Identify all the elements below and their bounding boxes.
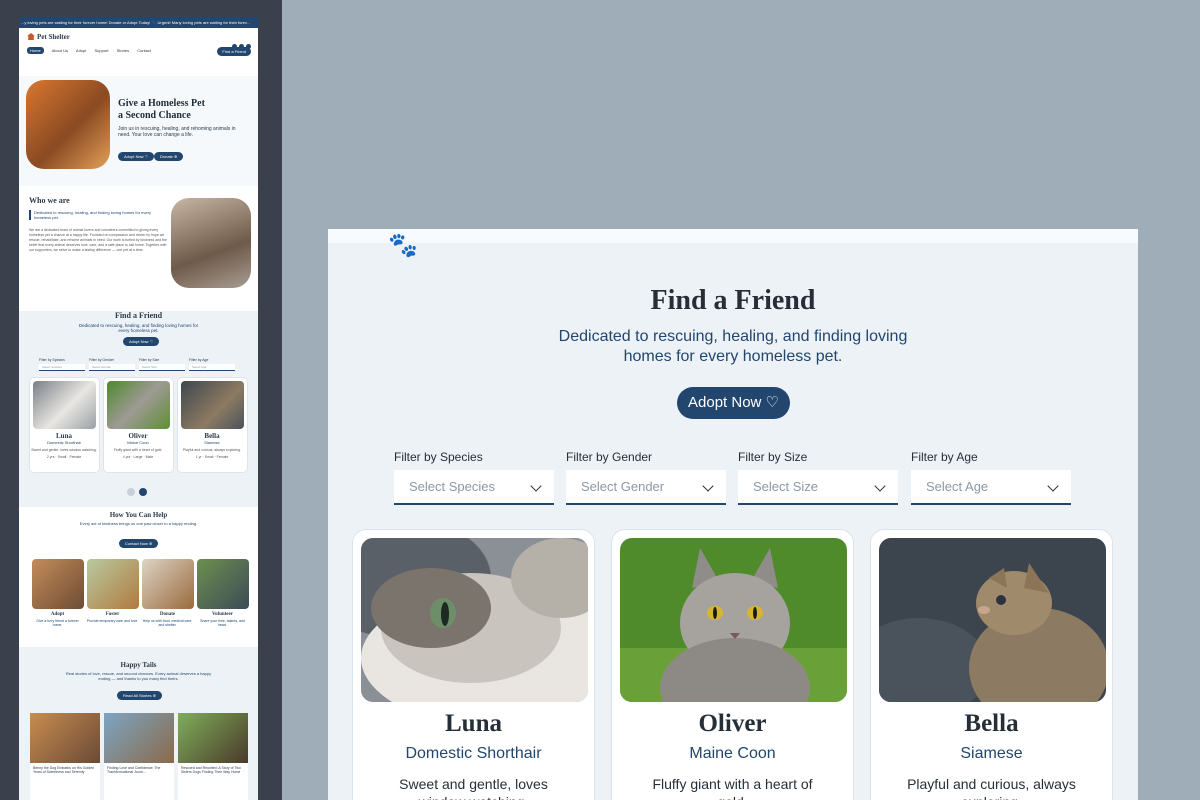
thumb-find-friend-section: Find a Friend Dedicated to rescuing, hea… bbox=[19, 307, 258, 507]
thumb-filters: Filter by Species Select Species Filter by… bbox=[39, 355, 239, 373]
thumb-pet-cards: Luna Domestic Shorthair Sweet and gentle, … bbox=[27, 377, 252, 473]
chevron-down-icon bbox=[702, 480, 714, 492]
house-icon bbox=[27, 33, 35, 40]
nav-home[interactable]: Home bbox=[27, 47, 44, 54]
who-title: Who we are bbox=[29, 196, 70, 205]
help-item-foster[interactable]: Foster Provide temporary care and love. bbox=[86, 559, 139, 623]
pet-description: Sweet and gentle, loves window watching. bbox=[399, 776, 548, 800]
panel-top-edge bbox=[328, 229, 1138, 243]
hero-text: Join us in rescuing, healing, and rehomi… bbox=[118, 126, 236, 138]
chevron-down-icon bbox=[874, 480, 886, 492]
nav-support[interactable]: Support bbox=[94, 48, 108, 53]
hero-section: Give a Homeless Pet a Second Chance Join … bbox=[19, 76, 258, 186]
help-items: Adopt Give a furry friend a forever home.… bbox=[29, 559, 254, 627]
how-you-can-help-section: How You Can Help Every act of kindness b… bbox=[19, 507, 258, 647]
site-header: Pet Shelter Home About Us Adopt Support … bbox=[19, 28, 258, 76]
filter-species-label: Filter by Species bbox=[394, 450, 483, 464]
find-friend-title: Find a Friend bbox=[650, 285, 816, 316]
help-item-donate[interactable]: Donate Help us with food, medical care, a… bbox=[141, 559, 194, 627]
thumb-find-subtitle: Dedicated to rescuing, healing, and find… bbox=[78, 323, 199, 333]
pet-card-bella[interactable]: Bella Siamese Playful and curious, alway… bbox=[870, 529, 1113, 800]
nav-contact[interactable]: Contact bbox=[137, 48, 151, 53]
help-item-volunteer[interactable]: Volunteer Share your time, talents, and h… bbox=[196, 559, 249, 627]
age-select[interactable]: Select Age bbox=[911, 470, 1071, 505]
pet-description: Playful and curious, always exploring. bbox=[907, 776, 1076, 800]
main-nav: Home About Us Adopt Support Stories Cont… bbox=[27, 47, 158, 54]
thumb-filter-species[interactable]: Filter by Species Select Species bbox=[39, 358, 85, 371]
nav-stories[interactable]: Stories bbox=[117, 48, 129, 53]
thumb-find-title: Find a Friend bbox=[114, 311, 163, 320]
help-subtitle: Every act of kindness brings us one paw … bbox=[79, 521, 198, 526]
thumb-pet-card[interactable]: Oliver Maine Coon Fluffy giant with a hear… bbox=[102, 377, 174, 473]
chevron-down-icon bbox=[1047, 480, 1059, 492]
site-name: Pet Shelter bbox=[37, 33, 70, 41]
filter-gender: Filter by Gender Select Gender bbox=[566, 450, 726, 505]
pet-name: Bella bbox=[964, 710, 1019, 737]
story-card[interactable]: Finding Love and Confidence: The Transfo… bbox=[104, 713, 174, 800]
help-item-adopt[interactable]: Adopt Give a furry friend a forever home. bbox=[31, 559, 84, 627]
filter-size-label: Filter by Size bbox=[738, 450, 808, 464]
gender-select[interactable]: Select Gender bbox=[566, 470, 726, 505]
pet-card-oliver[interactable]: Oliver Maine Coon Fluffy giant with a he… bbox=[611, 529, 854, 800]
pet-breed: Maine Coon bbox=[689, 745, 776, 762]
story-card[interactable]: Rescued and Reunited: A Story of Two Sis… bbox=[178, 713, 248, 800]
paw-icon: 🐾 bbox=[388, 232, 418, 259]
pet-photo-oliver bbox=[620, 538, 847, 702]
contact-now-button[interactable]: Contact Now ⊕ bbox=[119, 539, 159, 548]
story-card[interactable]: Benny the Dog Embarks on His Golden Year… bbox=[30, 713, 100, 800]
nav-adopt[interactable]: Adopt bbox=[76, 48, 86, 53]
filter-size: Filter by Size Select Size bbox=[738, 450, 898, 505]
site-logo[interactable]: Pet Shelter bbox=[27, 33, 70, 41]
hero-donate-button[interactable]: Donate ⊕ bbox=[154, 152, 184, 161]
carousel-dot[interactable] bbox=[127, 488, 135, 496]
filter-age: Filter by Age Select Age bbox=[911, 450, 1071, 505]
filter-age-label: Filter by Age bbox=[911, 450, 978, 464]
nav-about[interactable]: About Us bbox=[52, 48, 68, 53]
hero-adopt-button[interactable]: Adopt Now ♡ bbox=[118, 152, 155, 161]
species-select[interactable]: Select Species bbox=[394, 470, 554, 505]
tails-title: Happy Tails bbox=[120, 661, 157, 669]
story-cards: Benny the Dog Embarks on His Golden Year… bbox=[26, 713, 256, 800]
filter-species: Filter by Species Select Species bbox=[394, 450, 554, 505]
thumb-pet-card[interactable]: Luna Domestic Shorthair Sweet and gentle, … bbox=[28, 377, 100, 473]
thumb-filter-age[interactable]: Filter by Age Select Age bbox=[189, 358, 235, 371]
find-friend-subtitle: Dedicated to rescuing, healing, and find… bbox=[558, 328, 908, 365]
thumb-filter-size[interactable]: Filter by Size Select Size bbox=[139, 358, 185, 371]
pet-breed: Siamese bbox=[960, 745, 1023, 762]
pet-name: Luna bbox=[445, 710, 502, 737]
carousel-dot-active[interactable] bbox=[139, 488, 147, 496]
happy-tails-section: Happy Tails Real stories of love, rescue… bbox=[19, 657, 258, 800]
find-friend-zoom-panel: 🐾 Find a Friend Dedicated to rescuing, h… bbox=[328, 229, 1138, 800]
read-stories-button[interactable]: Read All Stories ⊕ bbox=[117, 691, 162, 700]
who-lead: Dedicated to rescuing, healing, and find… bbox=[29, 210, 169, 220]
thumb-adopt-button[interactable]: Adopt Now ♡ bbox=[123, 337, 160, 346]
page-thumbnail: ...y loving pets are waiting for their f… bbox=[19, 17, 258, 800]
who-body: We are a dedicated team of animal lovers… bbox=[29, 228, 167, 252]
thumb-pet-card[interactable]: Bella Siamese Playful and curious, always … bbox=[176, 377, 248, 473]
find-friend-button[interactable]: Find a Friend bbox=[217, 47, 251, 56]
carousel-dots bbox=[127, 483, 151, 501]
pet-description: Fluffy giant with a heart of gold. bbox=[652, 776, 813, 800]
thumb-filter-gender[interactable]: Filter by Gender Select Gender bbox=[89, 358, 135, 371]
chevron-down-icon bbox=[530, 480, 542, 492]
help-title: How You Can Help bbox=[109, 511, 168, 519]
filter-gender-label: Filter by Gender bbox=[566, 450, 653, 464]
size-select[interactable]: Select Size bbox=[738, 470, 898, 505]
pet-name: Oliver bbox=[698, 710, 767, 737]
tails-subtitle: Real stories of love, rescue, and second… bbox=[65, 671, 212, 681]
hero-title: Give a Homeless Pet a Second Chance bbox=[118, 98, 205, 121]
man-with-cat-image bbox=[171, 198, 251, 288]
pet-photo-luna bbox=[361, 538, 588, 702]
who-we-are-section: Who we are Dedicated to rescuing, healin… bbox=[19, 186, 258, 311]
adopt-now-button[interactable]: Adopt Now ♡ bbox=[677, 387, 790, 419]
hero-dog-image bbox=[26, 80, 110, 169]
announcement-ticker: ...y loving pets are waiting for their f… bbox=[19, 17, 258, 28]
pet-card-luna[interactable]: Luna Domestic Shorthair Sweet and gentle… bbox=[352, 529, 595, 800]
pet-breed: Domestic Shorthair bbox=[405, 745, 542, 762]
pet-photo-bella bbox=[879, 538, 1106, 702]
